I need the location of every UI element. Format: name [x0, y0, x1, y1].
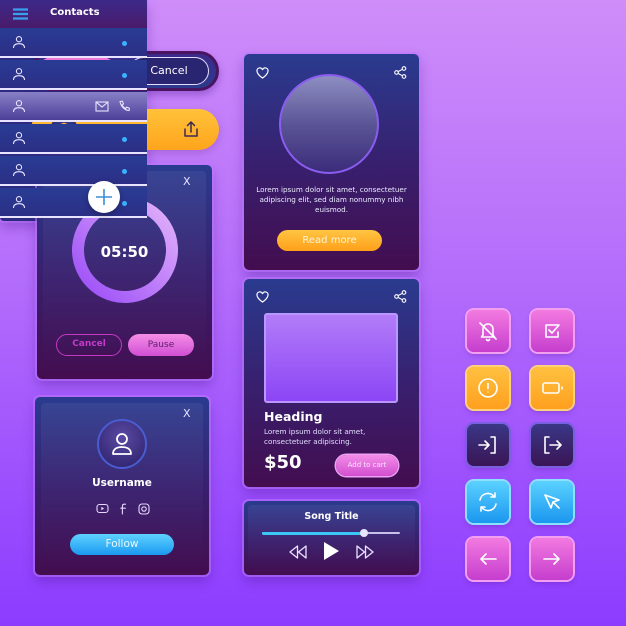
media-description: Lorem ipsum dolor sit amet, consectetuer… [256, 185, 407, 214]
instagram-icon[interactable] [138, 503, 150, 515]
online-status-dot [122, 169, 127, 174]
arrow-right-icon [543, 553, 560, 565]
timer-pause-button[interactable]: Pause [128, 334, 194, 356]
rewind-icon[interactable] [288, 544, 308, 560]
add-contact-button[interactable] [88, 181, 120, 213]
share-icon[interactable] [394, 290, 407, 303]
battery-button[interactable] [531, 367, 573, 409]
contact-row[interactable] [0, 60, 147, 90]
login-icon [478, 436, 496, 454]
plus-icon [96, 189, 112, 205]
hamburger-menu-icon[interactable] [13, 8, 28, 20]
refresh-icon [479, 492, 497, 512]
media-card: Lorem ipsum dolor sit amet, consectetuer… [244, 54, 419, 270]
contact-row[interactable] [0, 188, 147, 218]
cursor-icon [544, 494, 560, 509]
music-player: Song Title [244, 501, 419, 575]
read-more-button[interactable]: Read more [277, 230, 382, 251]
contact-row[interactable] [0, 156, 147, 186]
media-image [279, 74, 379, 174]
heart-icon[interactable] [256, 291, 269, 303]
online-status-dot [122, 73, 127, 78]
battery-icon [542, 382, 563, 394]
user-icon [12, 35, 26, 49]
share-icon[interactable] [394, 66, 407, 79]
heart-icon[interactable] [256, 67, 269, 79]
timer-close-button[interactable]: X [183, 175, 191, 188]
follow-button[interactable]: Follow [70, 534, 174, 555]
checkbox-button[interactable] [531, 310, 573, 352]
logout-button[interactable] [531, 424, 573, 466]
profile-close-button[interactable]: X [183, 407, 191, 420]
logout-icon [544, 436, 562, 454]
user-icon [12, 131, 26, 145]
bell-off-button[interactable] [467, 310, 509, 352]
product-image [264, 313, 398, 403]
alert-circle-button[interactable] [467, 367, 509, 409]
play-icon[interactable] [322, 541, 340, 561]
facebook-icon[interactable] [119, 503, 128, 515]
mail-icon[interactable] [95, 101, 109, 112]
contacts-header: Contacts [0, 0, 147, 28]
user-icon [12, 195, 26, 209]
product-heading: Heading [264, 409, 323, 424]
profile-avatar [97, 419, 147, 469]
phone-icon[interactable] [118, 100, 131, 113]
product-description: Lorem ipsum dolor sit amet, consectetuer… [264, 427, 366, 446]
online-status-dot [122, 41, 127, 46]
timer-display: 05:50 [100, 243, 149, 261]
progress-fill [262, 531, 365, 535]
contact-row-selected[interactable] [0, 92, 147, 122]
fast-forward-icon[interactable] [355, 544, 375, 560]
add-to-cart-button[interactable]: Add to cart [336, 455, 398, 476]
user-icon [112, 433, 132, 455]
profile-card: X Username Follow [35, 397, 209, 575]
social-links [96, 503, 150, 515]
bell-off-icon [479, 322, 497, 342]
youtube-icon[interactable] [96, 503, 109, 515]
arrow-left-icon [480, 553, 497, 565]
user-icon [12, 67, 26, 81]
alert-circle-icon [478, 378, 498, 398]
arrow-left-button[interactable] [467, 538, 509, 580]
contacts-title: Contacts [50, 7, 100, 18]
refresh-button[interactable] [467, 481, 509, 523]
online-status-dot [122, 201, 127, 206]
online-status-dot [122, 137, 127, 142]
timer-cancel-button[interactable]: Cancel [56, 334, 122, 356]
user-icon [12, 163, 26, 177]
song-title: Song Title [304, 511, 359, 522]
profile-username: Username [92, 477, 152, 489]
contact-row[interactable] [0, 28, 147, 58]
share-upload-icon[interactable] [183, 120, 199, 138]
login-button[interactable] [467, 424, 509, 466]
arrow-right-button[interactable] [531, 538, 573, 580]
checkbox-icon [545, 324, 560, 338]
progress-slider[interactable] [262, 529, 400, 537]
cursor-button[interactable] [531, 481, 573, 523]
user-icon [12, 99, 26, 113]
product-card: Heading Lorem ipsum dolor sit amet, cons… [244, 279, 419, 487]
contact-row[interactable] [0, 124, 147, 154]
contacts-panel: Contacts [0, 0, 147, 221]
product-price: $50 [264, 452, 302, 473]
